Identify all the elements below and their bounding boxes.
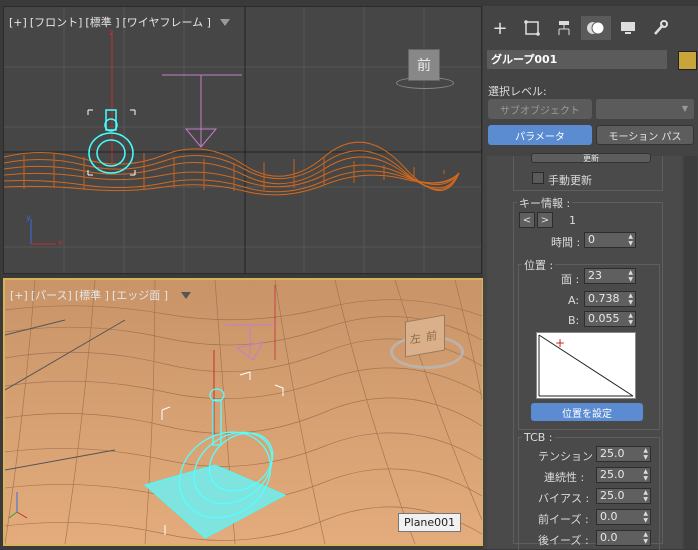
object-tooltip: Plane001	[398, 513, 462, 532]
b-label: B:	[568, 314, 580, 327]
viewport-menu-plus[interactable]: [+]	[10, 289, 28, 302]
a-spinner[interactable]: 0.738 ▲ ▼	[584, 291, 636, 307]
panel-scrollbar[interactable]	[684, 156, 697, 549]
utilities-tab-icon[interactable]	[645, 16, 675, 40]
a-label: A:	[568, 294, 580, 307]
front-viewport-label[interactable]: [+] [フロント] [標準 ] [ワイヤフレーム ]	[9, 14, 214, 30]
time-label: 時間 :	[551, 236, 581, 249]
command-panel: + グループ001 選択レベル: サブオブジェクト ▼ パラメータ モーション …	[483, 6, 698, 550]
ease-to-value[interactable]: 0.0	[600, 510, 618, 523]
spinner-arrows-icon[interactable]: ▲ ▼	[643, 468, 648, 482]
front-nav-cube-ring	[396, 77, 454, 89]
viewport-shading-mode[interactable]: [ワイヤフレーム ]	[123, 16, 211, 29]
object-name-field[interactable]: グループ001	[487, 50, 667, 69]
viewport-shading-mode[interactable]: [エッジ面 ]	[112, 289, 168, 302]
viewport-point-of-view[interactable]: [パース]	[31, 289, 72, 302]
hierarchy-tab-icon[interactable]	[549, 16, 579, 40]
modify-tab-icon[interactable]	[517, 16, 547, 40]
nav-cube-front-face[interactable]: 前	[426, 327, 437, 345]
position-title: 位置 :	[522, 257, 556, 273]
object-color-swatch[interactable]	[678, 51, 697, 70]
front-viewport[interactable]: z [+] [フロント] [標準 ] [ワイヤフレーム ] 前 y x	[3, 6, 482, 274]
create-tab-icon[interactable]: +	[485, 16, 515, 40]
face-value[interactable]: 23	[588, 269, 602, 282]
command-panel-tabs: +	[483, 16, 698, 40]
filter-icon[interactable]	[220, 19, 230, 26]
continuity-label: 連続性 :	[544, 471, 585, 484]
viewport-point-of-view[interactable]: [フロント]	[30, 16, 83, 29]
ease-to-spinner[interactable]: 0.0 ▲ ▼	[596, 509, 651, 525]
position-curve-graph[interactable]: +	[536, 332, 636, 399]
spinner-arrows-icon[interactable]: ▲ ▼	[643, 447, 648, 461]
display-tab-icon[interactable]	[613, 16, 643, 40]
continuity-spinner[interactable]: 25.0 ▲ ▼	[596, 467, 651, 483]
next-key-button[interactable]: >	[537, 212, 553, 228]
motion-paths-button[interactable]: モーション パス	[596, 125, 694, 145]
spinner-arrows-icon[interactable]: ▲ ▼	[628, 233, 633, 247]
prev-key-button[interactable]: <	[519, 212, 535, 228]
face-label: 面 :	[561, 273, 580, 286]
update-button[interactable]: 更新	[531, 153, 651, 163]
viewport-menu-plus[interactable]: [+]	[9, 16, 27, 29]
curve-marker: +	[555, 336, 566, 350]
dropdown-arrow-icon: ▼	[681, 104, 688, 113]
tension-value[interactable]: 25.0	[600, 447, 625, 460]
time-spinner[interactable]: 0 ▲ ▼	[584, 232, 636, 248]
set-position-button[interactable]: 位置を設定	[531, 403, 643, 421]
spinner-arrows-icon[interactable]: ▲ ▼	[628, 269, 633, 283]
parameters-button[interactable]: パラメータ	[488, 125, 592, 145]
bias-label: バイアス :	[538, 492, 590, 505]
key-number: 1	[569, 214, 576, 227]
bias-value[interactable]: 25.0	[600, 489, 625, 502]
ease-to-label: 前イーズ :	[538, 513, 589, 526]
viewport-shading-standard[interactable]: [標準 ]	[85, 16, 119, 29]
spinner-arrows-icon[interactable]: ▲ ▼	[643, 489, 648, 503]
subobject-dropdown[interactable]: ▼	[596, 99, 694, 119]
b-value[interactable]: 0.055	[588, 312, 620, 325]
tcb-title: TCB :	[522, 431, 555, 444]
subobject-button[interactable]: サブオブジェクト	[488, 99, 592, 119]
time-value[interactable]: 0	[588, 233, 595, 246]
front-viewport-scene: z	[4, 7, 481, 273]
manual-update-label: 手動更新	[548, 174, 592, 187]
tension-label: テンション :	[538, 450, 601, 463]
a-value[interactable]: 0.738	[588, 292, 620, 305]
nav-cube-left-face[interactable]: 左	[410, 330, 421, 348]
motion-tab-icon[interactable]	[581, 16, 611, 40]
selection-level-label: 選択レベル:	[488, 85, 547, 98]
tension-spinner[interactable]: 25.0 ▲ ▼	[596, 446, 651, 462]
b-spinner[interactable]: 0.055 ▲ ▼	[584, 311, 636, 327]
perspective-viewport[interactable]: [+] [パース] [標準 ] [エッジ面 ] 前 左 Plane001	[3, 278, 484, 546]
perspective-nav-cube[interactable]: 前 左	[405, 314, 445, 358]
filter-icon[interactable]	[181, 292, 191, 299]
spinner-arrows-icon[interactable]: ▲ ▼	[628, 312, 633, 326]
bias-spinner[interactable]: 25.0 ▲ ▼	[596, 488, 651, 504]
perspective-viewport-label[interactable]: [+] [パース] [標準 ] [エッジ面 ]	[10, 287, 171, 303]
face-spinner[interactable]: 23 ▲ ▼	[584, 268, 636, 284]
spinner-arrows-icon[interactable]: ▲ ▼	[643, 510, 648, 524]
continuity-value[interactable]: 25.0	[600, 468, 625, 481]
viewport-shading-standard[interactable]: [標準 ]	[75, 289, 109, 302]
ease-from-label: 後イーズ :	[538, 534, 589, 547]
key-info-title: キー情報 :	[517, 195, 573, 211]
spinner-arrows-icon[interactable]: ▲ ▼	[643, 531, 648, 545]
manual-update-checkbox[interactable]	[532, 172, 544, 184]
ease-from-spinner[interactable]: 0.0 ▲ ▼	[596, 530, 651, 546]
position-curve-line	[538, 334, 634, 397]
front-y-axis-label: y	[26, 213, 31, 222]
front-x-axis-label: x	[58, 238, 63, 247]
ease-from-value[interactable]: 0.0	[600, 531, 618, 544]
spinner-arrows-icon[interactable]: ▲ ▼	[628, 292, 633, 306]
